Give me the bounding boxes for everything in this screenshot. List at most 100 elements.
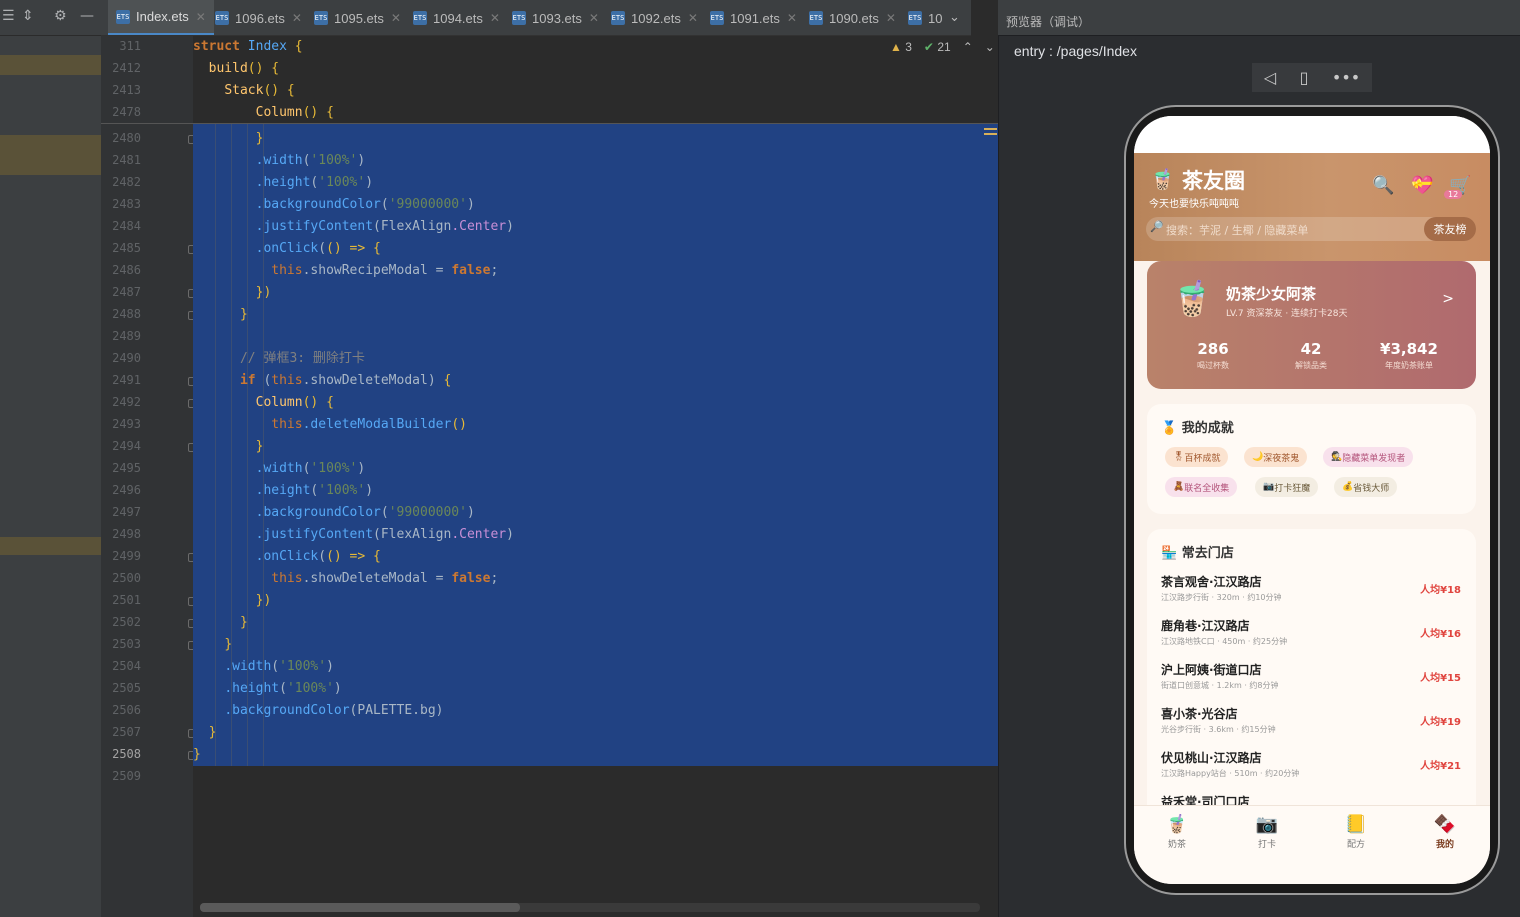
close-icon[interactable]: ✕ — [886, 11, 896, 25]
bottom-tab-bar: 🧋 奶茶 📷 打卡 📒 配方 🍫 我的 — [1134, 805, 1490, 884]
ets-file-icon: ETS — [908, 11, 922, 25]
ets-file-icon: ETS — [314, 11, 328, 25]
chevron-up-icon[interactable]: ⌃ — [963, 40, 973, 54]
store-item[interactable]: 鹿角巷·江汉路店 江汉路地铁C口 · 450m · 约25分钟 人均¥16 — [1161, 617, 1461, 647]
inspection-widget[interactable]: ▲ 3 ✔ 21 ⌃ ⌄ — [890, 40, 995, 54]
tab-mine[interactable]: 🍫 我的 — [1415, 814, 1475, 850]
notebook-icon: 📒 — [1344, 814, 1368, 835]
code-line: .backgroundColor('99000000') — [255, 197, 475, 212]
code-line: .justifyContent(FlexAlign.Center) — [255, 527, 514, 542]
profile-card[interactable]: 🧋 奶茶少女阿茶 LV.7 资深茶友 · 连续打卡28天 > 286 喝过杯数 4… — [1147, 261, 1476, 389]
tab-1092-ets[interactable]: ETS 1092.ets ✕ — [611, 0, 698, 35]
ets-file-icon: ETS — [116, 9, 130, 24]
more-icon[interactable]: ••• — [1332, 68, 1360, 87]
tab-1091-ets[interactable]: ETS 1091.ets ✕ — [710, 0, 797, 35]
expand-icon[interactable]: ⇕ — [22, 8, 34, 24]
achievement-chip[interactable]: 📷 打卡狂魔 — [1255, 477, 1319, 497]
code-line: .height('100%') — [224, 681, 342, 696]
close-icon[interactable]: ✕ — [292, 11, 302, 25]
ets-file-icon: ETS — [710, 11, 724, 25]
code-line: }) — [255, 593, 272, 608]
search-icon[interactable]: 🔍 — [1372, 175, 1394, 196]
status-bar — [1134, 116, 1490, 153]
line-number: 2499 — [112, 549, 141, 563]
tab-recipe[interactable]: 📒 配方 — [1326, 814, 1386, 850]
highlight-marker — [0, 55, 101, 75]
code-line: build() { — [208, 61, 280, 76]
page-route[interactable]: entry : /pages/Index — [1014, 43, 1137, 59]
close-icon[interactable]: ✕ — [589, 11, 599, 25]
store-item[interactable]: 伏见桃山·江汉路店 江汉路Happy站台 · 510m · 约20分钟 人均¥21 — [1161, 749, 1461, 779]
line-number: 2492 — [112, 395, 141, 409]
tab-1095-ets[interactable]: ETS 1095.ets ✕ — [314, 0, 401, 35]
store-item[interactable]: 喜小茶·光谷店 光谷步行街 · 3.6km · 约15分钟 人均¥19 — [1161, 705, 1461, 735]
line-number: 2504 — [112, 659, 141, 673]
ets-file-icon: ETS — [512, 11, 526, 25]
store-item[interactable]: 沪上阿姨·街道口店 街道口创意城 · 1.2km · 约8分钟 人均¥15 — [1161, 661, 1461, 691]
code-line: .width('100%') — [255, 461, 366, 476]
line-number: 2505 — [112, 681, 141, 695]
project-tool-strip — [0, 0, 101, 917]
line-number: 2487 — [112, 285, 141, 299]
ets-file-icon: ETS — [413, 11, 427, 25]
line-number: 2486 — [112, 263, 141, 277]
tab-1093-ets[interactable]: ETS 1093.ets ✕ — [512, 0, 599, 35]
line-gutter: 311 2412 2413 2478 2480 2481 2482 2483 2484 2485 2… — [101, 36, 197, 917]
tab-milk-tea[interactable]: 🧋 奶茶 — [1147, 814, 1207, 850]
tab-1094-ets[interactable]: ETS 1094.ets ✕ — [413, 0, 500, 35]
chevron-down-icon[interactable]: ⌄ — [949, 10, 960, 25]
achievement-chip[interactable]: 💰 省钱大师 — [1334, 477, 1398, 497]
scrollbar-thumb[interactable] — [200, 903, 520, 912]
code-line: } — [239, 615, 248, 630]
rank-button[interactable]: 茶友榜 — [1424, 217, 1476, 241]
chevron-down-icon[interactable]: ⌄ — [985, 40, 995, 54]
code-line: .onClick(() => { — [255, 549, 381, 564]
line-number: 2494 — [112, 439, 141, 453]
line-number: 2500 — [112, 571, 141, 585]
code-line: Column() { — [255, 395, 334, 410]
scroll-marker-icon[interactable] — [984, 128, 997, 140]
previewer-toolbar: ◁ ▯ ••• — [1252, 63, 1372, 92]
ets-file-icon: ETS — [215, 11, 229, 25]
line-number: 2509 — [112, 769, 141, 783]
back-icon[interactable]: ◁ — [1264, 68, 1276, 87]
achievement-chip[interactable]: 🕵 隐藏菜单发现者 — [1323, 447, 1414, 467]
code-line: } — [239, 307, 248, 322]
tab-1090-ets[interactable]: ETS 1090.ets ✕ — [809, 0, 896, 35]
code-editor[interactable]: struct Index { build() { Stack() { Colum… — [193, 36, 998, 906]
line-number: 2484 — [112, 219, 141, 233]
rotate-device-icon[interactable]: ▯ — [1300, 68, 1309, 87]
minimize-icon[interactable]: — — [80, 8, 94, 24]
cart-badge: 12 — [1444, 190, 1463, 199]
close-icon[interactable]: ✕ — [688, 11, 698, 25]
achievement-chip[interactable]: 🌙 深夜茶鬼 — [1244, 447, 1308, 467]
collapse-icon[interactable]: ☰ — [2, 8, 15, 24]
tab-index-ets[interactable]: ETS Index.ets ✕ — [108, 0, 214, 35]
achievement-chip[interactable]: 🎖 百杯成就 — [1165, 447, 1229, 467]
close-icon[interactable]: ✕ — [787, 11, 797, 25]
tab-10xx-ets[interactable]: ETS 10 — [908, 0, 942, 35]
highlight-marker — [0, 135, 101, 175]
search-input[interactable]: 🔎 搜索：芋泥 / 生椰 / 隐藏菜单 茶友榜 — [1146, 217, 1476, 241]
code-line: struct Index { — [193, 39, 303, 54]
store-item[interactable]: 茶言观舍·江汉路店 江汉路步行街 · 320m · 约10分钟 人均¥18 — [1161, 573, 1461, 603]
chevron-right-icon[interactable]: > — [1442, 291, 1454, 307]
line-number: 2495 — [112, 461, 141, 475]
favorites-icon[interactable]: 💝 — [1411, 175, 1433, 196]
gear-icon[interactable]: ⚙ — [54, 8, 67, 24]
achievement-chip[interactable]: 🧸 联名全收集 — [1165, 477, 1238, 497]
tab-1096-ets[interactable]: ETS 1096.ets ✕ — [215, 0, 302, 35]
line-number: 2503 — [112, 637, 141, 651]
tab-checkin[interactable]: 📷 打卡 — [1237, 814, 1297, 850]
close-icon[interactable]: ✕ — [196, 10, 206, 24]
close-icon[interactable]: ✕ — [391, 11, 401, 25]
code-line: if (this.showDeleteModal) { — [239, 373, 452, 388]
profile-level: LV.7 资深茶友 · 连续打卡28天 — [1226, 309, 1348, 319]
code-line: } — [208, 725, 217, 740]
highlight-marker — [0, 537, 101, 555]
close-icon[interactable]: ✕ — [490, 11, 500, 25]
code-line: }) — [255, 285, 272, 300]
code-line: } — [193, 747, 201, 762]
milk-tea-icon: 🧋 — [1171, 279, 1214, 319]
milk-tea-icon: 🧋 — [1150, 167, 1175, 191]
